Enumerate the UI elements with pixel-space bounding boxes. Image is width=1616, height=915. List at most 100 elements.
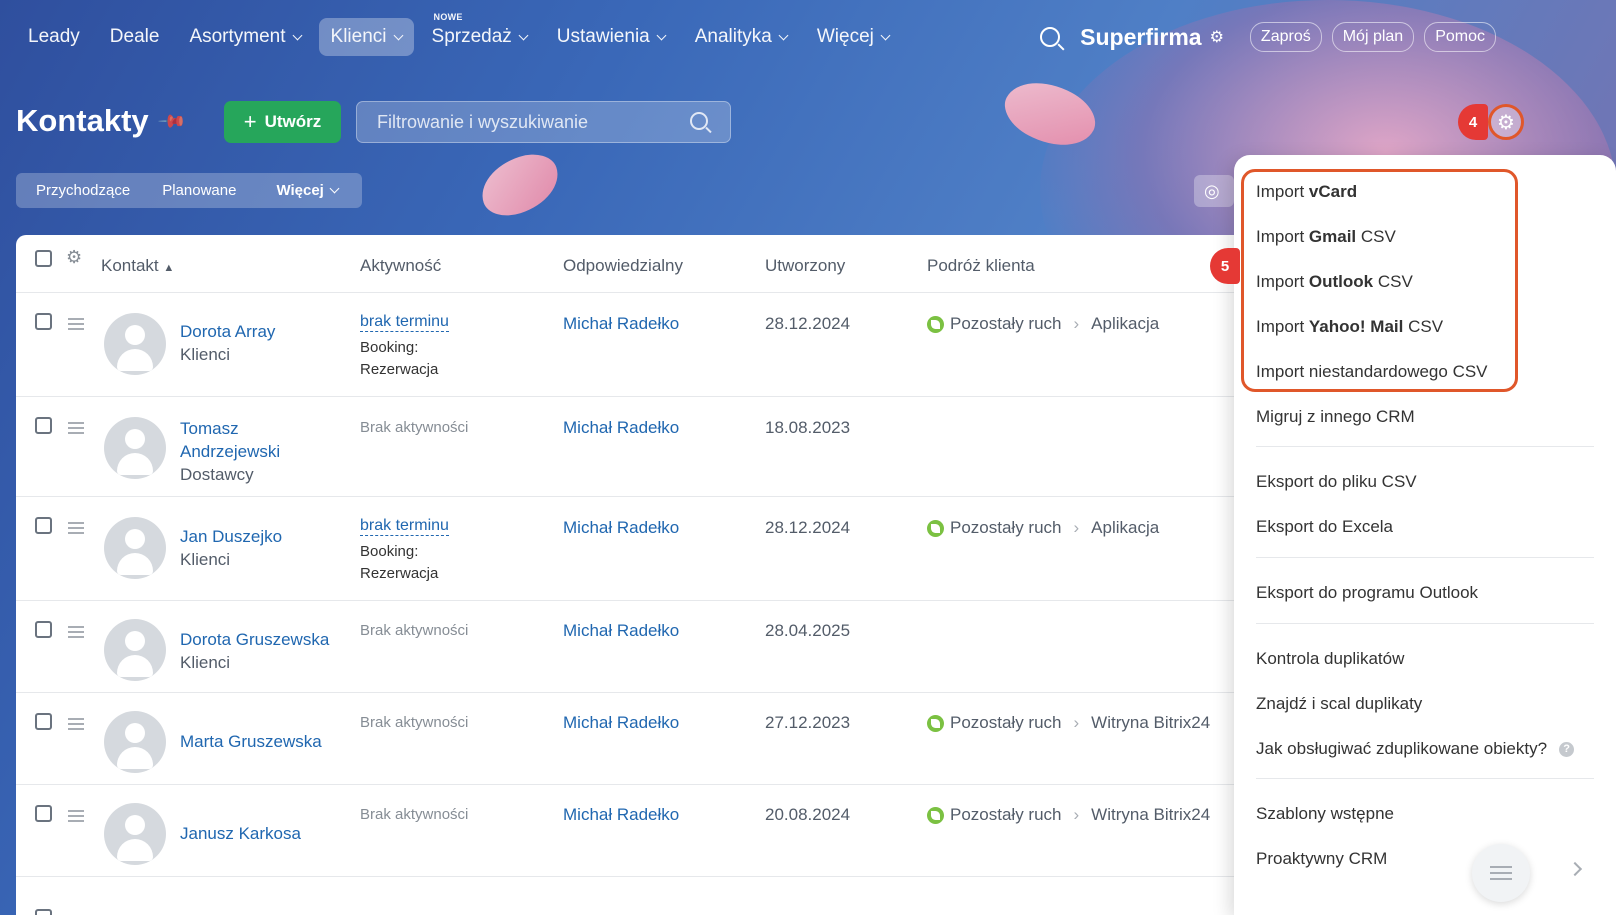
search-icon[interactable] [1040,27,1061,47]
header-contact[interactable]: Kontakt ▲ [101,256,174,276]
row-checkbox[interactable] [35,417,52,434]
menu-preset-templates[interactable]: Szablony wstępne [1256,804,1394,824]
row-checkbox[interactable] [35,713,52,730]
create-button[interactable]: + Utwórz [224,101,341,143]
responsible-link[interactable]: Michał Radełko [563,713,679,733]
tab-more[interactable]: Więcej [276,182,340,199]
menu-proactive-crm[interactable]: Proaktywny CRM [1256,849,1387,869]
drag-handle-icon[interactable] [68,422,84,434]
row-checkbox[interactable] [35,313,52,330]
tab-more-label: Więcej [276,182,324,199]
contact-name-link[interactable]: Dorota Array [180,320,350,343]
leaf-icon [927,519,944,537]
nav-item-analityka[interactable]: Analityka [683,18,799,56]
avatar [104,313,166,375]
menu-text: Import [1256,227,1309,246]
drag-handle-icon[interactable] [68,810,84,822]
nav-item-asortyment[interactable]: Asortyment [177,18,312,56]
contact-category: Klienci [180,653,231,672]
menu-duplicates-help[interactable]: Jak obsługiwać zduplikowane obiekty?? [1256,739,1575,759]
nav-item-deale[interactable]: Deale [98,18,172,56]
contact-name-link[interactable]: Marta Gruszewska [180,730,350,753]
header-created[interactable]: Utworzony [765,256,845,276]
drag-handle-icon[interactable] [68,718,84,730]
row-checkbox[interactable] [35,517,52,534]
decorative-petal [995,66,1105,162]
counter-icon[interactable]: ◎ [1194,175,1234,207]
row-checkbox[interactable] [35,909,52,915]
activity-deadline-link[interactable]: brak terminu [360,313,449,332]
nav-item-ustawienia[interactable]: Ustawienia [545,18,677,56]
pin-icon[interactable]: 📌 [156,106,187,137]
my-plan-button[interactable]: Mój plan [1331,22,1415,52]
nav-item-klienci[interactable]: Klienci [318,18,414,56]
chevron-down-icon [880,30,891,40]
menu-text-strong: Gmail [1308,227,1357,246]
list-icon [1490,866,1512,880]
menu-merge-duplicates[interactable]: Znajdź i scal duplikaty [1256,694,1422,714]
drag-handle-icon[interactable] [68,522,84,534]
activity-none: Brak aktywności [360,806,469,823]
help-button[interactable]: Pomoc [1424,22,1496,52]
menu-duplicate-control[interactable]: Kontrola duplikatów [1256,649,1404,669]
menu-import-outlook[interactable]: Import Outlook CSV [1256,272,1413,292]
row-checkbox[interactable] [35,621,52,638]
customer-journey: Pozostały ruch › Witryna Bitrix24 [927,713,1210,733]
responsible-link[interactable]: Michał Radełko [563,621,679,641]
brand[interactable]: Superfirma ⚙ [1080,24,1224,51]
chevron-right-icon: › [1073,805,1080,824]
row-checkbox[interactable] [35,805,52,822]
contact-name-link[interactable]: Jan Duszejko [180,525,350,548]
avatar [104,417,166,479]
quick-menu-button[interactable] [1472,844,1530,902]
nav-item-leady[interactable]: Leady [16,18,92,56]
drag-handle-icon[interactable] [68,318,84,330]
menu-export-csv[interactable]: Eksport do pliku CSV [1256,472,1417,492]
menu-text-strong: Yahoo! Mail [1308,317,1404,336]
leaf-icon [927,714,944,732]
created-date: 18.08.2023 [765,418,851,437]
menu-text: CSV [1373,272,1413,291]
menu-import-custom-csv[interactable]: Import niestandardowego CSV [1256,362,1488,382]
menu-import-vcard[interactable]: Import vCard [1256,182,1357,202]
tab-incoming[interactable]: Przychodzące [36,182,130,199]
chevron-down-icon [518,30,529,40]
nav-item-sprzedaz[interactable]: NOWE Sprzedaż [420,12,539,56]
sort-up-icon: ▲ [163,262,175,274]
leaf-icon [927,315,944,333]
activity-deadline-link[interactable]: brak terminu [360,517,449,536]
contact-name-link[interactable]: Dorota Gruszewska [180,628,350,651]
responsible-link[interactable]: Michał Radełko [563,314,679,334]
customer-journey: Pozostały ruch › Witryna Bitrix24 [927,805,1210,825]
contact-name-link[interactable]: Tomasz Andrzejewski [180,417,300,463]
page-title: Kontakty 📌 [16,103,187,139]
nav-label: Analityka [694,26,772,47]
responsible-link[interactable]: Michał Radełko [563,418,679,438]
responsible-link[interactable]: Michał Radełko [563,805,679,825]
search-input[interactable]: Filtrowanie i wyszukiwanie [356,101,731,143]
tab-planned[interactable]: Planowane [162,182,236,199]
menu-text: Jak obsługiwać zduplikowane obiekty? [1256,739,1548,758]
gear-icon[interactable]: ⚙ [66,247,82,268]
help-icon[interactable]: ? [1559,742,1575,758]
drag-handle-icon[interactable] [68,626,84,638]
select-all-checkbox[interactable] [35,250,52,267]
menu-text: CSV [1356,227,1396,246]
gear-icon[interactable]: ⚙ [1488,104,1524,140]
invite-button[interactable]: Zaproś [1249,22,1322,52]
menu-migrate-crm[interactable]: Migruj z innego CRM [1256,407,1415,427]
header-responsible[interactable]: Odpowiedzialny [563,256,683,276]
menu-export-outlook[interactable]: Eksport do programu Outlook [1256,583,1478,603]
responsible-link[interactable]: Michał Radełko [563,518,679,538]
created-date: 28.12.2024 [765,518,851,537]
contact-name-link[interactable]: Janusz Karkosa [180,822,350,845]
avatar [104,517,166,579]
menu-export-excel[interactable]: Eksport do Excela [1256,517,1393,537]
header-activity[interactable]: Aktywność [360,256,441,276]
menu-import-gmail[interactable]: Import Gmail CSV [1256,227,1396,247]
customer-journey: Pozostały ruch › Aplikacja [927,314,1159,334]
journey-source: Aplikacja [1091,314,1160,333]
menu-import-yahoo[interactable]: Import Yahoo! Mail CSV [1256,317,1443,337]
nav-item-wiecej[interactable]: Więcej [805,18,901,56]
header-journey[interactable]: Podróż klienta [927,256,1035,276]
